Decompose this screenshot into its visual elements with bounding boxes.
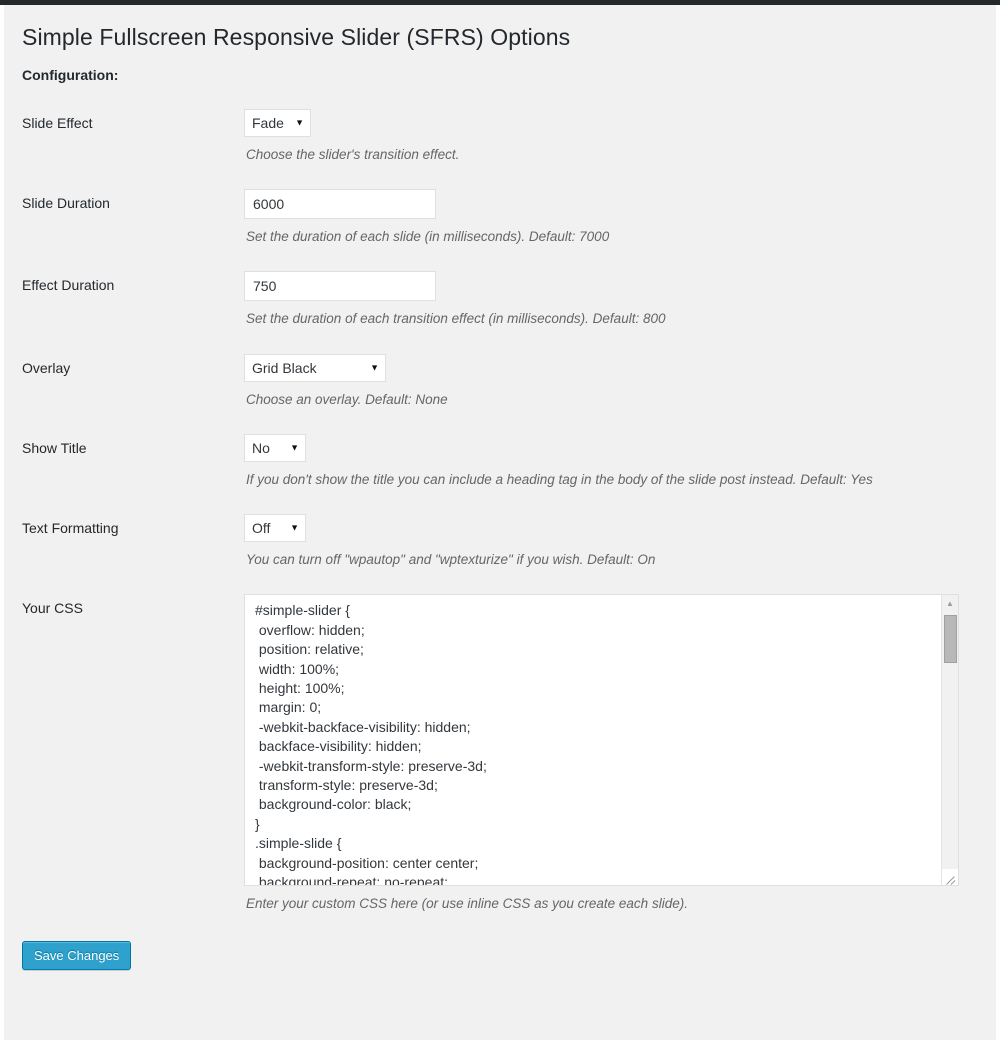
show-title-select[interactable]: No [244, 433, 306, 462]
save-changes-button[interactable]: Save Changes [22, 940, 132, 970]
row-slide-effect: Slide Effect Fade ▼ Choose the slider's … [4, 97, 996, 177]
description-overlay: Choose an overlay. Default: None [246, 391, 448, 407]
sfrs-options-form: Slide Effect Fade ▼ Choose the slider's … [4, 97, 996, 970]
slide-effect-select[interactable]: Fade [244, 108, 311, 137]
description-text-formatting: You can turn off "wpautop" and "wptextur… [246, 552, 656, 568]
row-text-formatting: Text Formatting Off ▼ You can turn off "… [4, 502, 996, 582]
text-formatting-select-wrap: Off ▼ [244, 514, 306, 543]
page-title: Simple Fullscreen Responsive Slider (SFR… [22, 24, 571, 50]
slide-duration-input[interactable] [244, 189, 436, 220]
configuration-heading: Configuration: [22, 66, 119, 83]
row-show-title: Show Title No ▼ If you don't show the ti… [4, 422, 996, 502]
submit-area: Save Changes [4, 927, 996, 970]
description-slide-duration: Set the duration of each slide (in milli… [246, 229, 610, 245]
row-overlay: Overlay Grid Black ▼ Choose an overlay. … [4, 342, 996, 422]
options-page-wrap: Simple Fullscreen Responsive Slider (SFR… [4, 5, 996, 1040]
description-your-css: Enter your custom CSS here (or use inlin… [246, 896, 688, 912]
row-slide-duration: Slide Duration Set the duration of each … [4, 177, 996, 259]
your-css-textarea[interactable]: #simple-slider { overflow: hidden; posit… [244, 594, 959, 887]
label-show-title: Show Title [22, 439, 87, 456]
description-slide-effect: Choose the slider's transition effect. [246, 146, 460, 162]
label-slide-duration: Slide Duration [22, 195, 110, 212]
label-slide-effect: Slide Effect [22, 114, 93, 131]
slide-effect-select-wrap: Fade ▼ [244, 108, 311, 137]
row-effect-duration: Effect Duration Set the duration of each… [4, 259, 996, 341]
text-formatting-select[interactable]: Off [244, 514, 306, 543]
label-overlay: Overlay [22, 359, 71, 376]
row-your-css: Your CSS #simple-slider { overflow: hidd… [4, 582, 996, 926]
show-title-select-wrap: No ▼ [244, 433, 306, 462]
label-your-css: Your CSS [22, 600, 83, 617]
settings-table: Slide Effect Fade ▼ Choose the slider's … [4, 97, 996, 927]
overlay-select-wrap: Grid Black ▼ [244, 353, 386, 382]
label-text-formatting: Text Formatting [22, 520, 119, 537]
effect-duration-input[interactable] [244, 271, 436, 302]
description-effect-duration: Set the duration of each transition effe… [246, 311, 666, 327]
label-effect-duration: Effect Duration [22, 277, 115, 294]
description-show-title: If you don't show the title you can incl… [246, 471, 873, 487]
css-textarea-wrap: #simple-slider { overflow: hidden; posit… [244, 594, 959, 887]
overlay-select[interactable]: Grid Black [244, 353, 386, 382]
